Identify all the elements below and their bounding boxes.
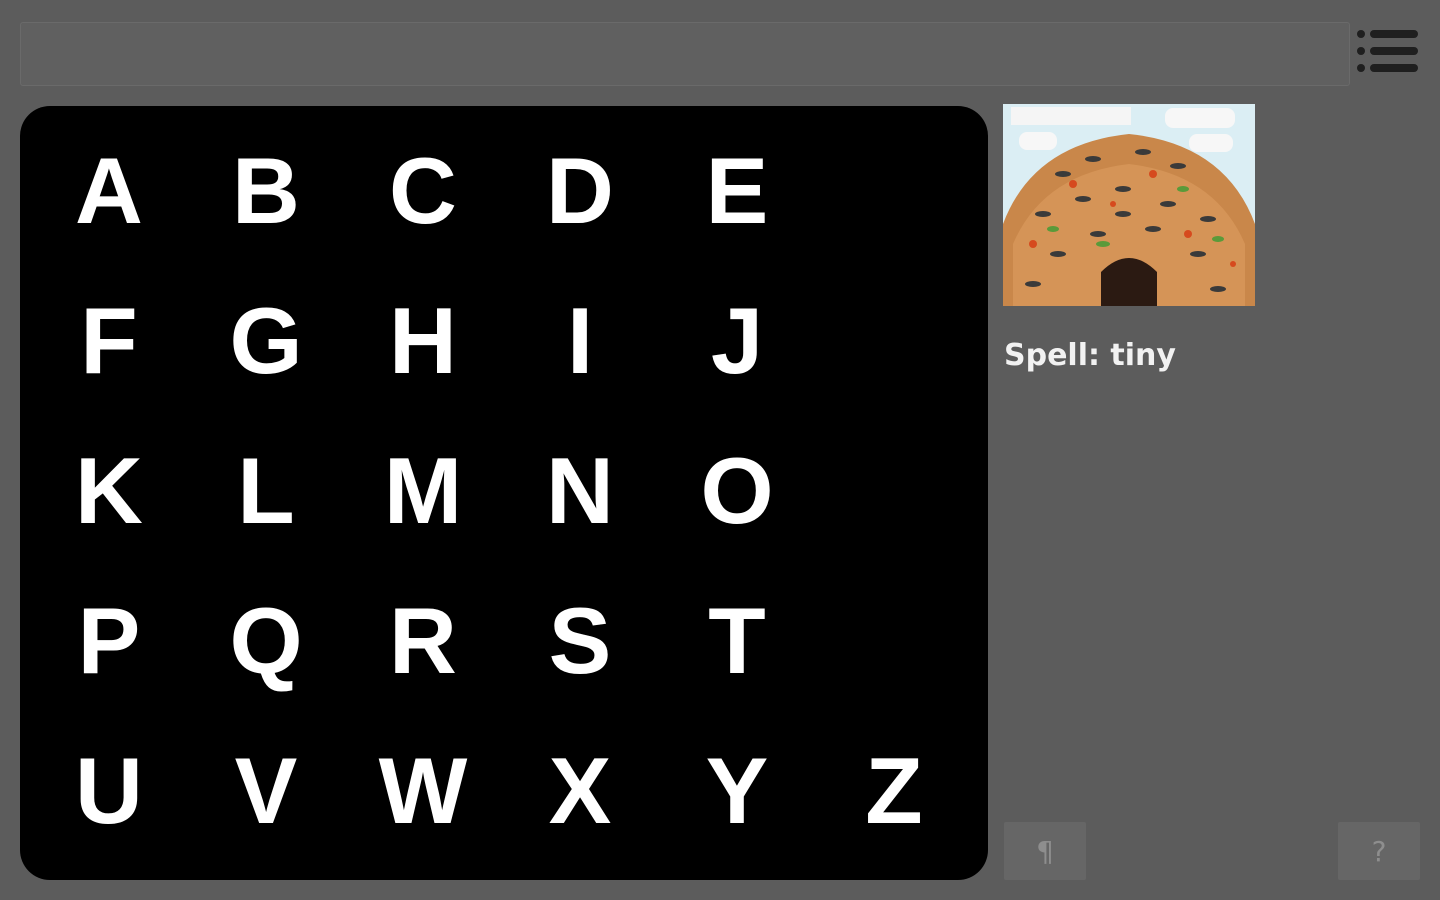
key-h[interactable]: H [348,266,498,416]
key-i[interactable]: I [505,266,655,416]
key-m[interactable]: M [348,416,498,566]
key-x[interactable]: X [505,716,655,866]
key-z[interactable]: Z [819,716,969,866]
key-g[interactable]: G [191,266,341,416]
app-window: ABCDE FGHIJ KLMNO PQRST UVWXYZ Spell: tiny ¶… [0,0,1440,900]
key-n[interactable]: N [505,416,655,566]
list-menu-icon [1357,30,1418,72]
key-c[interactable]: C [348,116,498,266]
key-t[interactable]: T [662,566,812,716]
key-e[interactable]: E [662,116,812,266]
paragraph-icon: ¶ [1036,834,1054,868]
question-icon: ? [1371,834,1387,868]
key-p[interactable]: P [34,566,184,716]
key-v[interactable]: V [191,716,341,866]
key-f[interactable]: F [34,266,184,416]
key-r[interactable]: R [348,566,498,716]
key-b[interactable]: B [191,116,341,266]
letter-keyboard: ABCDE FGHIJ KLMNO PQRST UVWXYZ [20,106,988,880]
paragraph-button[interactable]: ¶ [1004,822,1086,880]
key-j[interactable]: J [662,266,812,416]
help-button[interactable]: ? [1338,822,1420,880]
spelling-entry-bar[interactable] [20,22,1350,86]
key-o[interactable]: O [662,416,812,566]
word-picture [1003,104,1255,306]
spell-prompt: Spell: tiny [1004,338,1176,373]
key-y[interactable]: Y [662,716,812,866]
key-l[interactable]: L [191,416,341,566]
key-u[interactable]: U [34,716,184,866]
key-a[interactable]: A [34,116,184,266]
key-w[interactable]: W [348,716,498,866]
key-q[interactable]: Q [191,566,341,716]
key-d[interactable]: D [505,116,655,266]
key-s[interactable]: S [505,566,655,716]
key-k[interactable]: K [34,416,184,566]
anthill-illustration [1003,104,1255,306]
menu-button[interactable] [1352,24,1424,82]
